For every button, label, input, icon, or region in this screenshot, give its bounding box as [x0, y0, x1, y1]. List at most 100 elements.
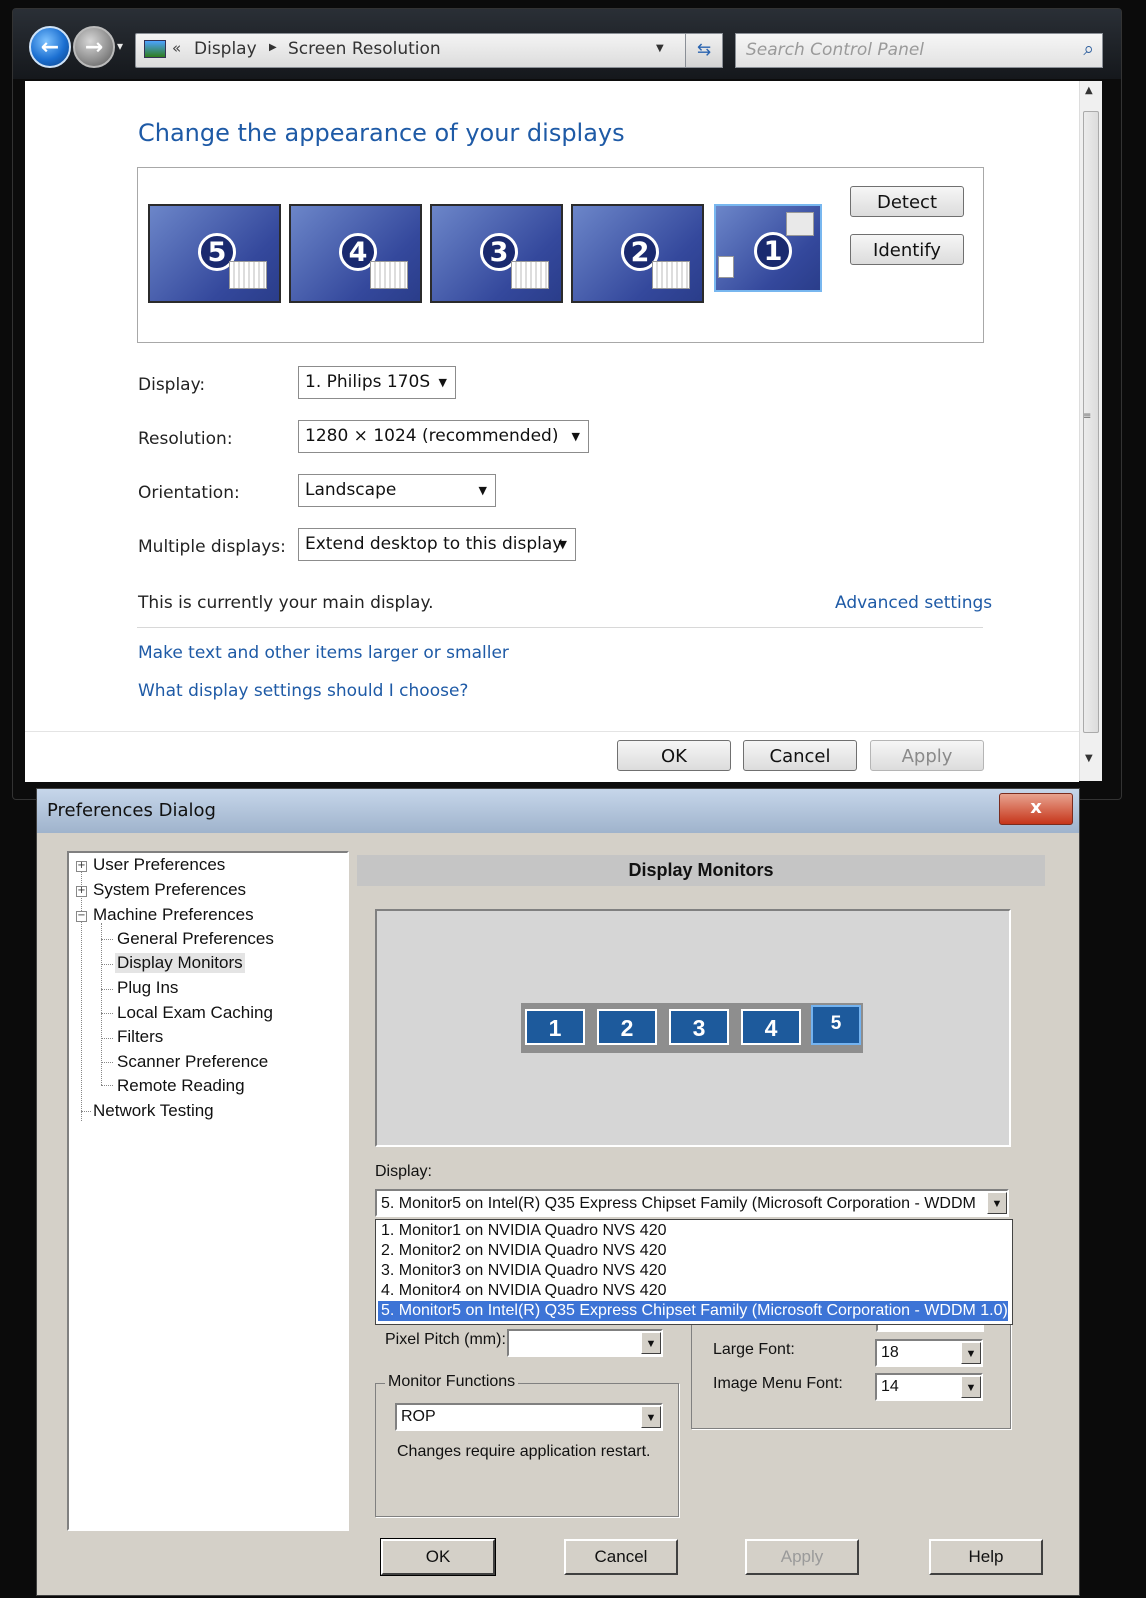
tree-plug-ins[interactable]: Plug Ins — [117, 978, 178, 998]
monitor-tile-5[interactable]: 5 — [148, 204, 281, 303]
chevron-down-icon[interactable]: ▼ — [641, 1406, 661, 1428]
title-bar: Preferences Dialog x — [37, 789, 1079, 833]
display-option-5[interactable]: 5. Monitor5 on Intel(R) Q35 Express Chip… — [378, 1301, 1008, 1321]
breadcrumb-screen-resolution[interactable]: Screen Resolution — [288, 39, 441, 59]
tree-scanner-preference[interactable]: Scanner Preference — [117, 1052, 268, 1072]
chevron-down-icon[interactable]: ▼ — [961, 1342, 981, 1364]
monitor-number: 1 — [754, 232, 792, 270]
close-icon: x — [1030, 797, 1042, 818]
arrangement-monitor-1[interactable]: 1 — [525, 1009, 585, 1045]
scroll-up-icon[interactable]: ▲ — [1085, 85, 1093, 96]
monitor-tile-4[interactable]: 4 — [289, 204, 422, 303]
resolution-select[interactable]: 1280 × 1024 (recommended) ▼ — [298, 420, 589, 453]
expand-icon[interactable]: + — [76, 886, 87, 897]
arrangement-monitor-3[interactable]: 3 — [669, 1009, 729, 1045]
chevron-down-icon: ▼ — [438, 376, 447, 389]
preferences-tree: + User Preferences + System Preferences … — [67, 851, 349, 1531]
control-panel-icon — [144, 40, 166, 58]
advanced-settings-link[interactable]: Advanced settings — [835, 593, 992, 613]
apply-button[interactable]: Apply — [870, 740, 984, 771]
multiple-displays-select[interactable]: Extend desktop to this display ▼ — [298, 528, 576, 561]
multiple-displays-value: Extend desktop to this display — [305, 534, 563, 554]
search-box[interactable]: Search Control Panel ⌕ — [735, 33, 1103, 68]
search-placeholder: Search Control Panel — [746, 40, 925, 60]
orientation-select[interactable]: Landscape ▼ — [298, 474, 496, 507]
expand-icon[interactable]: + — [76, 861, 87, 872]
forward-button[interactable]: → — [73, 26, 115, 68]
monitor-tile-2[interactable]: 2 — [571, 204, 704, 303]
monitor-tile-3[interactable]: 3 — [430, 204, 563, 303]
tree-local-exam-caching[interactable]: Local Exam Caching — [117, 1003, 273, 1023]
detect-button[interactable]: Detect — [850, 186, 964, 217]
chevron-down-icon[interactable]: ▼ — [641, 1332, 661, 1354]
tree-system-preferences[interactable]: System Preferences — [93, 880, 246, 900]
recent-pages-dropdown-icon[interactable]: ▾ — [117, 39, 123, 53]
tree-network-testing[interactable]: Network Testing — [93, 1101, 214, 1121]
chevron-down-icon: ▼ — [478, 484, 487, 497]
chevron-down-icon: ▼ — [571, 430, 580, 443]
forward-arrow-icon: → — [84, 34, 104, 60]
back-button[interactable]: ← — [29, 26, 71, 68]
image-menu-font-value: 14 — [881, 1378, 899, 1395]
dialog-body: + User Preferences + System Preferences … — [37, 833, 1079, 1595]
arrangement-monitor-2[interactable]: 2 — [597, 1009, 657, 1045]
scroll-down-icon[interactable]: ▼ — [1085, 753, 1093, 764]
ok-button[interactable]: OK — [380, 1538, 496, 1576]
display-option-4[interactable]: 4. Monitor4 on NVIDIA Quadro NVS 420 — [378, 1281, 1008, 1301]
resolution-label: Resolution: — [138, 429, 233, 449]
tree-display-monitors[interactable]: Display Monitors — [115, 953, 245, 973]
collapse-icon[interactable]: − — [76, 911, 87, 922]
chevron-down-icon[interactable]: ▼ — [961, 1376, 981, 1398]
close-button[interactable]: x — [999, 793, 1073, 825]
vertical-scrollbar[interactable]: ▲ ≡ ▼ — [1079, 81, 1102, 781]
display-dropdown-list[interactable]: 1. Monitor1 on NVIDIA Quadro NVS 420 2. … — [375, 1219, 1013, 1325]
breadcrumb-separator-icon[interactable]: ▶ — [269, 42, 277, 53]
multiple-displays-label: Multiple displays: — [138, 537, 286, 557]
apply-button[interactable]: Apply — [745, 1539, 859, 1575]
display-select[interactable]: 1. Philips 170S ▼ — [298, 366, 456, 399]
large-font-select[interactable]: 18 ▼ — [875, 1339, 983, 1367]
cancel-button[interactable]: Cancel — [564, 1539, 678, 1575]
breadcrumb-display[interactable]: Display — [194, 39, 257, 59]
section-title: Display Monitors — [357, 855, 1045, 886]
pixel-pitch-select[interactable]: ▼ — [507, 1329, 663, 1357]
tree-user-preferences[interactable]: User Preferences — [93, 855, 225, 875]
keyboard-icon — [511, 261, 549, 289]
address-bar[interactable]: « Display ▶ Screen Resolution ▼ — [135, 33, 709, 68]
monitor-tile-1[interactable]: 1 — [714, 204, 822, 292]
display-select[interactable]: 5. Monitor5 on Intel(R) Q35 Express Chip… — [375, 1189, 1009, 1217]
orientation-label: Orientation: — [138, 483, 240, 503]
restart-note: Changes require application restart. — [397, 1443, 651, 1460]
chevron-left-icon[interactable]: « — [172, 39, 181, 57]
display-label: Display: — [138, 375, 206, 395]
tree-filters[interactable]: Filters — [117, 1027, 163, 1047]
arrangement-monitor-5[interactable]: 5 — [811, 1005, 861, 1045]
display-option-3[interactable]: 3. Monitor3 on NVIDIA Quadro NVS 420 — [378, 1261, 1008, 1281]
identify-button[interactable]: Identify — [850, 234, 964, 265]
tree-line — [101, 964, 113, 965]
tree-remote-reading[interactable]: Remote Reading — [117, 1076, 245, 1096]
search-icon[interactable]: ⌕ — [1083, 38, 1094, 60]
monitor-functions-select[interactable]: ROP ▼ — [395, 1403, 663, 1431]
image-menu-font-label: Image Menu Font: — [713, 1375, 843, 1392]
tree-machine-preferences[interactable]: Machine Preferences — [93, 905, 254, 925]
text-size-link[interactable]: Make text and other items larger or smal… — [138, 643, 509, 663]
tree-general-preferences[interactable]: General Preferences — [117, 929, 274, 949]
refresh-button[interactable]: ⇆ — [685, 33, 723, 68]
display-option-1[interactable]: 1. Monitor1 on NVIDIA Quadro NVS 420 — [378, 1221, 1008, 1241]
ok-button[interactable]: OK — [617, 740, 731, 771]
divider — [137, 627, 983, 628]
chevron-down-icon: ▼ — [558, 538, 567, 551]
display-option-2[interactable]: 2. Monitor2 on NVIDIA Quadro NVS 420 — [378, 1241, 1008, 1261]
address-dropdown-icon[interactable]: ▼ — [656, 43, 664, 54]
page-title: Change the appearance of your displays — [138, 119, 625, 147]
arrangement-monitor-4[interactable]: 4 — [741, 1009, 801, 1045]
scroll-thumb[interactable] — [1083, 111, 1099, 733]
button-bar: OK Cancel Apply — [25, 731, 1079, 782]
help-button[interactable]: Help — [929, 1539, 1043, 1575]
cancel-button[interactable]: Cancel — [743, 740, 857, 771]
image-menu-font-select[interactable]: 14 ▼ — [875, 1373, 983, 1401]
chevron-down-icon[interactable]: ▼ — [987, 1192, 1007, 1214]
display-help-link[interactable]: What display settings should I choose? — [138, 681, 468, 701]
monitor-arrangement-panel: 1 2 3 4 5 — [375, 909, 1011, 1147]
